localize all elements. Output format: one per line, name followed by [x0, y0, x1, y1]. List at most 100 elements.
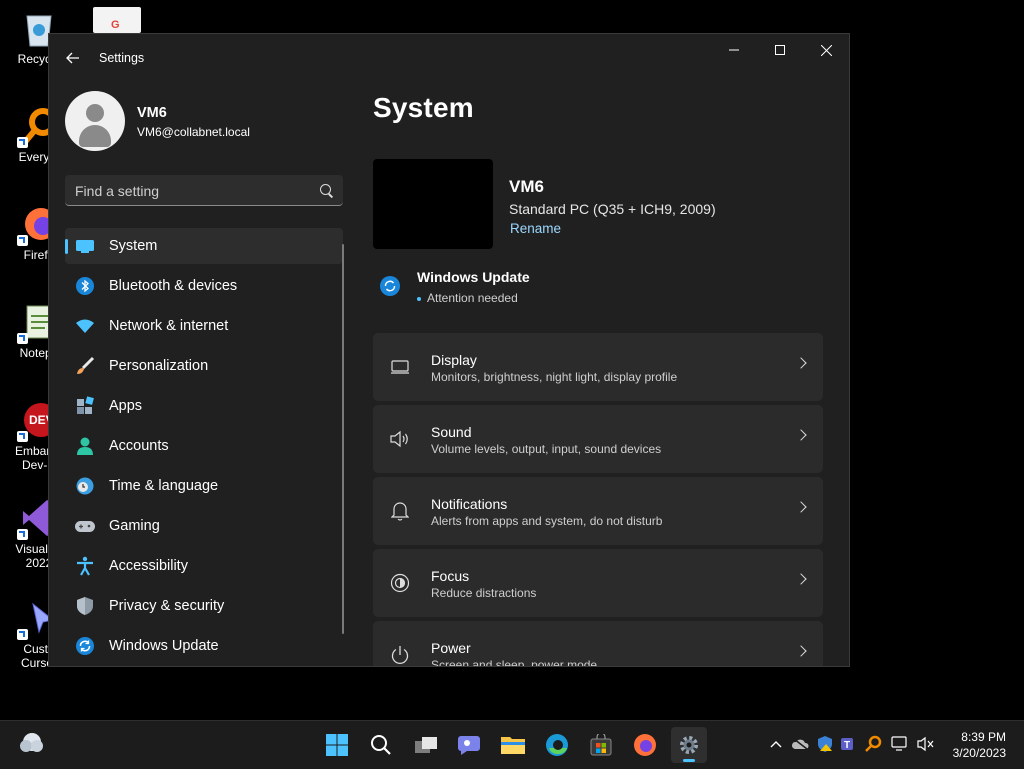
chat-button[interactable]	[451, 727, 487, 763]
card-title: Focus	[431, 568, 470, 584]
sidebar-item-label: Apps	[109, 398, 143, 414]
clock-globe-icon	[74, 475, 96, 497]
card-focus[interactable]: Focus Reduce distractions	[373, 549, 823, 617]
sidebar-item-windows-update[interactable]: Windows Update	[65, 628, 343, 664]
sidebar-item-label: Accounts	[109, 438, 169, 454]
window-title: Settings	[99, 51, 145, 65]
sidebar-item-time-language[interactable]: Time & language	[65, 468, 343, 504]
card-title: Sound	[431, 424, 472, 440]
network-tray-icon[interactable]	[891, 734, 909, 754]
chevron-right-icon	[795, 357, 807, 369]
card-notifications[interactable]: Notifications Alerts from apps and syste…	[373, 477, 823, 545]
device-name: VM6	[509, 177, 544, 196]
security-tray-icon[interactable]	[816, 734, 834, 754]
chevron-right-icon	[795, 501, 807, 513]
sidebar-item-accessibility[interactable]: Accessibility	[65, 548, 343, 584]
sidebar-item-label: Gaming	[109, 518, 160, 534]
sidebar-item-personalization[interactable]: Personalization	[65, 348, 343, 384]
settings-button[interactable]	[671, 727, 707, 763]
search-icon[interactable]	[320, 184, 331, 195]
back-button[interactable]	[61, 46, 85, 70]
card-display[interactable]: Display Monitors, brightness, night ligh…	[373, 333, 823, 401]
maximize-button[interactable]	[757, 34, 803, 66]
everything-tray-icon[interactable]	[864, 734, 882, 754]
sidebar-item-label: Time & language	[109, 478, 219, 494]
search-input[interactable]	[65, 175, 317, 207]
search-icon	[371, 735, 391, 755]
taskbar: T 8:39 PM 3/20/2023	[0, 720, 1024, 769]
wifi-icon	[74, 315, 96, 337]
chat-icon	[458, 736, 480, 755]
clock-date: 3/20/2023	[952, 746, 1006, 760]
start-icon	[326, 734, 348, 756]
sidebar-item-label: Personalization	[109, 358, 209, 374]
title-bar[interactable]: Settings	[49, 34, 849, 82]
taskbar-search-button[interactable]	[363, 727, 399, 763]
file-explorer-button[interactable]	[495, 727, 531, 763]
user-name: VM6	[137, 105, 167, 121]
focus-icon	[389, 573, 411, 593]
minimize-icon	[729, 49, 739, 51]
task-view-icon	[415, 737, 437, 753]
apps-icon	[74, 395, 96, 417]
page-title: System	[373, 92, 474, 123]
svg-text:T: T	[844, 740, 850, 751]
update-icon	[380, 276, 400, 296]
bell-icon	[389, 501, 411, 521]
status-dot-icon	[417, 296, 421, 301]
edge-button[interactable]	[539, 727, 575, 763]
device-model: Standard PC (Q35 + ICH9, 2009)	[509, 201, 716, 217]
taskbar-clock[interactable]: 8:39 PM 3/20/2023	[953, 729, 1006, 761]
settings-window: Settings VM6 VM6@collabnet.local System …	[48, 33, 850, 667]
update-icon	[74, 635, 96, 657]
chevron-up-icon	[770, 741, 782, 748]
status-label: Attention needed	[427, 291, 518, 305]
edge-icon	[546, 734, 568, 756]
store-button[interactable]	[583, 727, 619, 763]
volume-muted-tray-icon[interactable]	[917, 734, 935, 754]
sidebar-item-system[interactable]: System	[65, 228, 343, 264]
weather-widget-icon[interactable]	[18, 730, 46, 756]
chevron-right-icon	[795, 429, 807, 441]
teams-tray-icon[interactable]: T	[840, 734, 858, 754]
accounts-icon	[74, 435, 96, 457]
store-icon	[590, 734, 612, 756]
card-power[interactable]: Power Screen and sleep, power mode	[373, 621, 823, 666]
chevron-right-icon	[795, 645, 807, 657]
speaker-icon	[389, 429, 411, 449]
find-setting-search[interactable]	[65, 175, 343, 207]
card-sound[interactable]: Sound Volume levels, output, input, soun…	[373, 405, 823, 473]
sidebar-item-label: Windows Update	[109, 638, 219, 654]
device-thumbnail	[373, 159, 493, 249]
sidebar-item-accounts[interactable]: Accounts	[65, 428, 343, 464]
display-icon	[389, 357, 411, 377]
sidebar-item-apps[interactable]: Apps	[65, 388, 343, 424]
sidebar-item-privacy-security[interactable]: Privacy & security	[65, 588, 343, 624]
minimize-button[interactable]	[711, 34, 757, 66]
start-button[interactable]	[319, 727, 355, 763]
sidebar-scrollbar[interactable]	[342, 244, 344, 634]
sidebar-item-label: Accessibility	[109, 558, 188, 574]
task-view-button[interactable]	[408, 727, 444, 763]
sidebar-item-bluetooth[interactable]: Bluetooth & devices	[65, 268, 343, 304]
sidebar-item-label: Network & internet	[109, 318, 229, 334]
gamepad-icon	[74, 515, 96, 537]
card-subtitle: Alerts from apps and system, do not dist…	[431, 514, 663, 528]
windows-update-status-text: Attention needed	[417, 291, 518, 305]
onedrive-tray-icon[interactable]	[791, 734, 809, 754]
card-subtitle: Reduce distractions	[431, 586, 537, 600]
sidebar-item-gaming[interactable]: Gaming	[65, 508, 343, 544]
file-explorer-icon	[501, 737, 525, 754]
sidebar-item-network[interactable]: Network & internet	[65, 308, 343, 344]
brush-icon	[74, 355, 96, 377]
show-hidden-icons-button[interactable]	[767, 734, 785, 754]
card-title: Display	[431, 352, 477, 368]
google-doc-icon[interactable]: G	[93, 7, 141, 33]
card-title: Notifications	[431, 496, 508, 512]
firefox-button[interactable]	[627, 727, 663, 763]
close-button[interactable]	[803, 34, 849, 66]
clock-time: 8:39 PM	[961, 730, 1006, 744]
power-icon	[389, 645, 411, 665]
rename-link[interactable]: Rename	[510, 221, 561, 236]
card-subtitle: Monitors, brightness, night light, displ…	[431, 370, 678, 384]
